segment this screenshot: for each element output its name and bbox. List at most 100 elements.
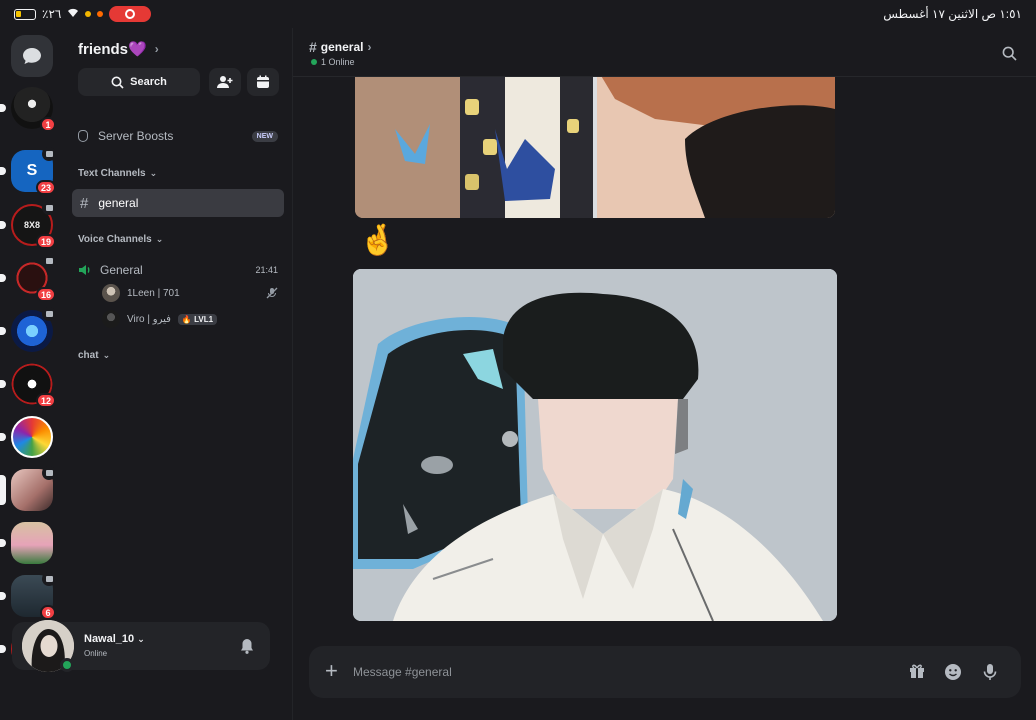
plus-icon[interactable]: +: [325, 658, 338, 684]
mention-badge: 16: [35, 287, 56, 302]
screen-record-icon[interactable]: [109, 6, 152, 22]
server-name-header[interactable]: friends💜 ›: [78, 40, 159, 58]
channel-header: # general › 1 Online: [293, 28, 1036, 77]
server-name: friends💜: [78, 41, 147, 58]
online-dot: [311, 59, 317, 65]
chevron-down-icon: ⌄: [149, 168, 158, 178]
battery-icon: [14, 8, 36, 20]
user-status-text: Online: [84, 649, 108, 658]
search-label: Search: [130, 76, 167, 88]
add-member-icon: [217, 76, 233, 88]
calendar-icon: [257, 75, 269, 88]
avatar: [102, 284, 120, 302]
channel-general[interactable]: # general: [72, 189, 284, 217]
channel-title[interactable]: # general ›: [309, 39, 371, 55]
indicator-dot-orange: [97, 11, 104, 17]
server-icon-6[interactable]: 12: [0, 363, 56, 408]
channel-type-icon: [42, 201, 56, 215]
online-status-dot: [60, 658, 74, 672]
level-badge: 🔥 LVL1: [177, 313, 218, 325]
crossed-fingers-emoji: 🤞: [359, 224, 397, 257]
avatar: [102, 310, 120, 328]
channel-name: general: [320, 40, 364, 54]
username[interactable]: Nawal_10 ⌄: [84, 633, 145, 645]
server-icon-10[interactable]: 6: [0, 572, 56, 620]
chevron-down-icon: ⌄: [102, 350, 111, 360]
speaker-icon: [79, 265, 90, 275]
speaker-icon: [42, 466, 56, 480]
image-attachment[interactable]: [355, 77, 835, 218]
chevron-right-icon: ›: [154, 42, 159, 56]
voice-channel-label: General: [100, 263, 143, 277]
online-count: 1 Online: [311, 57, 355, 67]
discord-app: ٪٢٦ ١:٥١ ص الاثنين ١٧ أغسطس 1 S 23 8X8 1…: [0, 0, 1036, 720]
search-icon[interactable]: [1002, 46, 1017, 61]
server-icon-4[interactable]: 16: [0, 254, 56, 302]
mention-badge: 6: [40, 605, 56, 620]
events-button[interactable]: [247, 68, 279, 96]
battery-level: ٪٢٦: [42, 7, 62, 21]
main-chat: # general › 1 Online 🤞 + Message #genera…: [292, 28, 1036, 720]
voice-user[interactable]: 1Leen | 701: [102, 284, 278, 302]
server-icon-5[interactable]: [0, 307, 56, 352]
direct-messages-button[interactable]: [11, 35, 53, 77]
chat-bubble-icon: [23, 48, 41, 64]
server-boosts-item[interactable]: Server Boosts NEW: [78, 126, 278, 146]
indicator-dot-yellow: [85, 11, 92, 17]
status-time-date: ١:٥١ ص الاثنين ١٧ أغسطس: [883, 7, 1022, 21]
chevron-down-icon: ⌄: [155, 234, 164, 244]
server-icon-7[interactable]: [0, 416, 53, 458]
voice-user-name: Viro | فيرو: [127, 313, 171, 325]
server-icon-8[interactable]: [0, 466, 56, 511]
invite-member-button[interactable]: [209, 68, 241, 96]
category-chat[interactable]: chat ⌄: [78, 350, 110, 361]
voice-channel-general[interactable]: General 21:41: [78, 261, 278, 279]
new-tag: NEW: [251, 130, 278, 142]
gift-icon[interactable]: [909, 663, 925, 679]
category-voice-channels[interactable]: Voice Channels ⌄: [78, 234, 163, 245]
chevron-down-icon: ⌄: [137, 634, 145, 644]
server-icon-1[interactable]: 1: [0, 87, 56, 132]
speaker-icon: [42, 572, 56, 586]
speaker-icon: [42, 254, 56, 268]
channel-sidebar: friends💜 › Search Server Boosts NEW Text…: [64, 28, 292, 720]
server-icon-3[interactable]: 8X8 19: [0, 201, 56, 249]
server-icon-9[interactable]: [0, 522, 53, 564]
voice-user[interactable]: Viro | فيرو 🔥 LVL1: [102, 310, 278, 328]
search-icon: [111, 76, 124, 89]
mention-badge: 19: [35, 234, 56, 249]
muted-mic-icon: [266, 287, 278, 299]
mention-badge: 23: [35, 180, 56, 195]
hashtag-icon: #: [80, 194, 89, 212]
mention-badge: 1: [40, 117, 56, 132]
bell-icon[interactable]: [240, 638, 254, 654]
server-rail: 1 S 23 8X8 19 16 12 6: [0, 28, 64, 720]
category-label: Voice Channels: [78, 234, 152, 245]
status-bar: ٪٢٦ ١:٥١ ص الاثنين ١٧ أغسطس: [0, 0, 1036, 28]
boost-gem-icon: [78, 130, 88, 142]
message-input[interactable]: Message #general: [353, 665, 452, 679]
message-composer[interactable]: + Message #general: [309, 646, 1021, 698]
hashtag-icon: #: [309, 39, 317, 55]
category-label: chat: [78, 350, 99, 361]
image-attachment[interactable]: [353, 269, 837, 621]
emoji-icon[interactable]: [944, 663, 962, 681]
category-text-channels[interactable]: Text Channels ⌄: [78, 168, 157, 179]
speaker-icon: [42, 307, 56, 321]
chevron-right-icon: ›: [367, 40, 372, 54]
search-button[interactable]: Search: [78, 68, 200, 96]
user-panel[interactable]: Nawal_10 ⌄ Online: [12, 620, 270, 672]
mic-icon[interactable]: [983, 663, 997, 681]
server-boosts-label: Server Boosts: [98, 129, 174, 143]
online-count-text: 1 Online: [321, 57, 355, 67]
channel-label: general: [98, 196, 139, 210]
mention-badge: 12: [35, 393, 56, 408]
status-left: ٪٢٦: [14, 6, 152, 22]
category-label: Text Channels: [78, 168, 146, 179]
channel-type-icon: [42, 147, 56, 161]
server-icon-2[interactable]: S 23: [0, 147, 56, 195]
wifi-icon: [67, 8, 79, 21]
message-list[interactable]: 🤞: [293, 77, 1036, 637]
voice-user-name: 1Leen | 701: [127, 287, 180, 299]
voice-channel-timer: 21:41: [255, 265, 278, 275]
